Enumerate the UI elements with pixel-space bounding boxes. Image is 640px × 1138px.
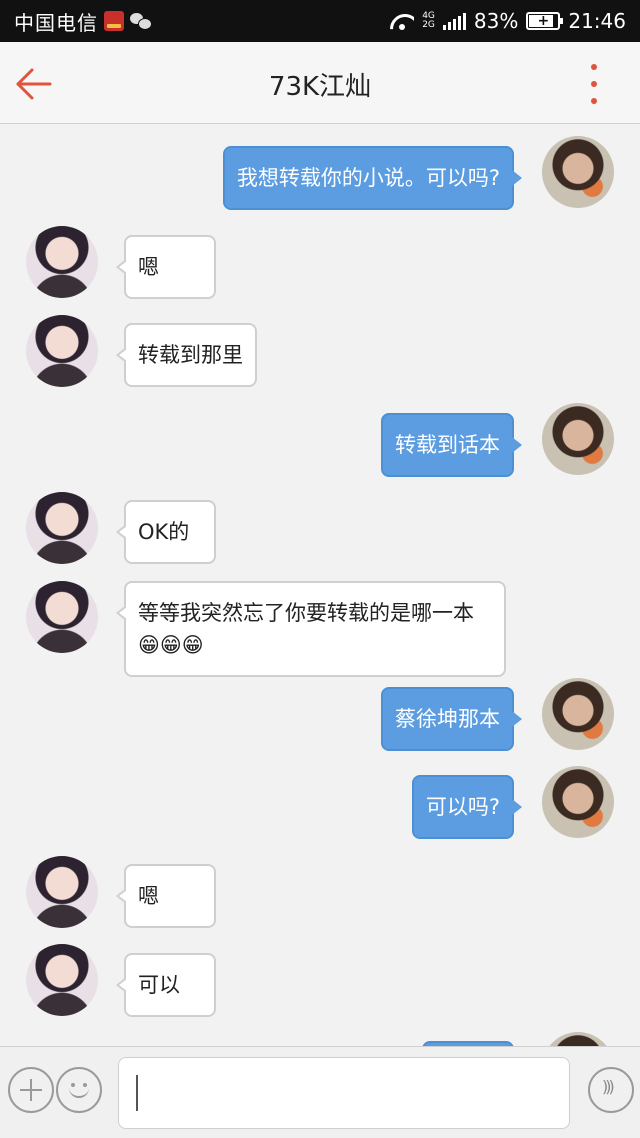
my-avatar[interactable] bbox=[542, 678, 614, 750]
chat-header: 73K江灿 bbox=[0, 42, 640, 124]
more-options-button[interactable] bbox=[588, 64, 600, 104]
chat-title: 73K江灿 bbox=[268, 72, 372, 102]
input-bar bbox=[0, 1046, 640, 1138]
add-attachment-button[interactable] bbox=[8, 1067, 54, 1113]
signal-icon bbox=[442, 12, 466, 30]
message-bubble-received[interactable]: 嗯 bbox=[116, 864, 216, 928]
contact-avatar[interactable] bbox=[26, 492, 98, 564]
wifi-icon bbox=[390, 12, 414, 30]
text-cursor bbox=[136, 1075, 138, 1111]
network-type: 4G 2G bbox=[422, 11, 435, 30]
message-bubble-sent[interactable]: 可以吗? bbox=[411, 775, 523, 839]
contact-avatar[interactable] bbox=[26, 944, 98, 1016]
my-avatar[interactable] bbox=[542, 1032, 614, 1046]
chat-message-list[interactable]: 我想转载你的小说。可以吗? 嗯 转载到那里 转载到话本 OK的 等等我突然忘了你… bbox=[0, 124, 640, 1046]
battery-percent: 83% bbox=[473, 9, 519, 33]
message-bubble-received[interactable]: 嗯 bbox=[116, 235, 216, 299]
message-bubble-sent[interactable]: 蔡徐坤那本 bbox=[381, 687, 522, 751]
message-bubble-sent[interactable]: 转载到话本 bbox=[381, 413, 522, 477]
news-app-icon bbox=[104, 11, 124, 31]
battery-icon: + bbox=[526, 12, 564, 30]
message-input[interactable] bbox=[118, 1057, 570, 1129]
emoji-button[interactable] bbox=[56, 1067, 102, 1113]
my-avatar[interactable] bbox=[542, 136, 614, 208]
wechat-icon bbox=[130, 12, 152, 30]
message-bubble-received[interactable]: 可以 bbox=[116, 953, 216, 1017]
carrier-name: 中国电信 bbox=[14, 10, 98, 35]
contact-avatar[interactable] bbox=[26, 226, 98, 298]
my-avatar[interactable] bbox=[542, 766, 614, 838]
clock: 21:46 bbox=[568, 9, 626, 33]
message-bubble-sent[interactable]: 我想转载你的小说。可以吗? bbox=[222, 146, 523, 210]
message-bubble-received[interactable]: 转载到那里 bbox=[116, 323, 257, 387]
voice-input-button[interactable] bbox=[588, 1067, 634, 1113]
more-dots-icon bbox=[591, 64, 597, 70]
contact-avatar[interactable] bbox=[26, 581, 98, 653]
message-bubble-received[interactable]: OK的 bbox=[116, 500, 216, 564]
contact-avatar[interactable] bbox=[26, 315, 98, 387]
status-bar: 中国电信 4G 2G 83% + 21:46 bbox=[0, 0, 640, 42]
message-bubble-received[interactable]: 等等我突然忘了你要转载的是哪一本😁😁😁 bbox=[116, 581, 506, 677]
contact-avatar[interactable] bbox=[26, 856, 98, 928]
status-right: 4G 2G 83% + 21:46 bbox=[390, 9, 626, 33]
my-avatar[interactable] bbox=[542, 403, 614, 475]
